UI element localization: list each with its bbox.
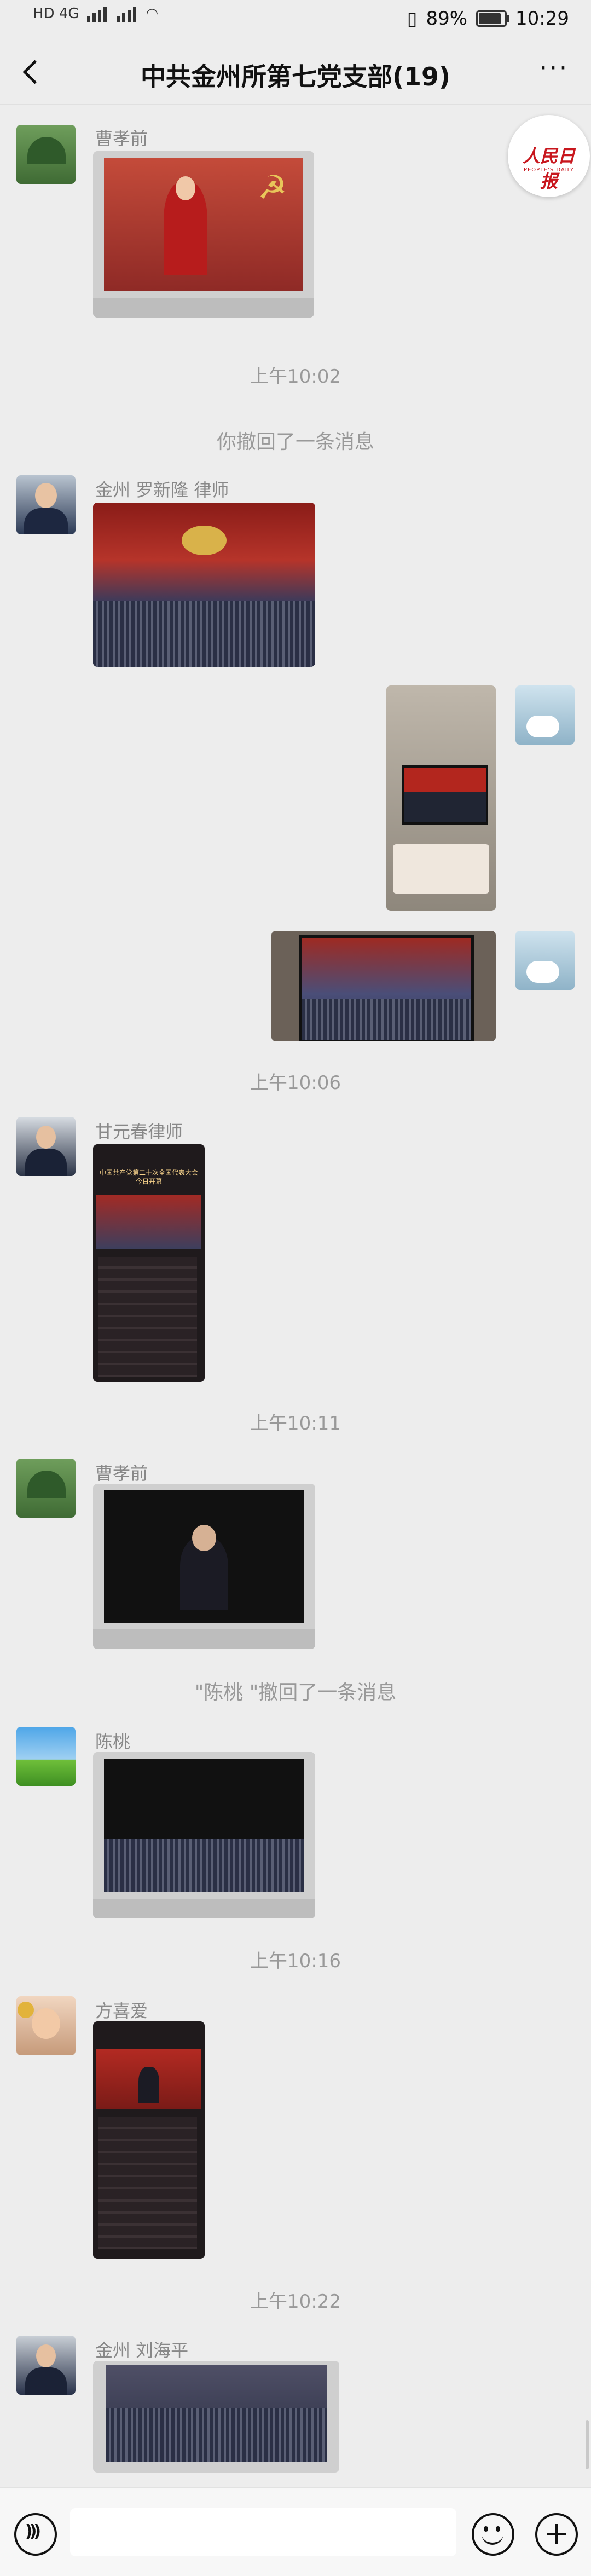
image-message-phone-speech[interactable] [93, 2021, 205, 2259]
avatar-fang-xiai[interactable] [16, 1996, 76, 2055]
image-message-laptop-hall[interactable] [93, 1752, 315, 1918]
logo-subtext: PEOPLE'S DAILY [523, 167, 575, 173]
sender-name: 曹孝前 [95, 128, 148, 149]
avatar-liu-haiping[interactable] [16, 2336, 76, 2395]
clock: 10:29 [515, 8, 569, 30]
image-message-tv-broadcast[interactable] [271, 931, 496, 1041]
add-icon[interactable] [535, 2513, 578, 2556]
avatar-cao-xiaoqian[interactable] [16, 125, 76, 184]
chat-header: 中共金州所第七党支部(19) ··· [0, 39, 591, 105]
sender-name: 金州 刘海平 [95, 2340, 189, 2361]
peoples-daily-logo[interactable]: 人民日报 PEOPLE'S DAILY [508, 115, 590, 197]
signal-icon-2 [116, 5, 138, 22]
chat-title: 中共金州所第七党支部(19) [140, 62, 451, 91]
vibrate-icon: ▯ [407, 8, 418, 30]
scrollbar[interactable] [586, 2420, 589, 2469]
sender-name: 方喜爱 [95, 2001, 148, 2021]
timestamp: 上午10:16 [250, 1950, 341, 1972]
status-bar: HD 4G ◠ ▯ 89% 10:29 [0, 0, 591, 39]
battery-percent: 89% [426, 8, 468, 30]
timestamp: 上午10:11 [250, 1413, 341, 1434]
image-message-tv-room[interactable] [386, 685, 496, 911]
sender-name: 金州 罗新隆 律师 [95, 480, 229, 500]
avatar-chen-tao[interactable] [16, 1727, 76, 1786]
sender-name: 甘元春律师 [95, 1121, 183, 1142]
screenshot-banner: 中国共产党第二十次全国代表大会 今日开幕 [99, 1169, 198, 1185]
battery-icon [476, 10, 510, 27]
avatar-self[interactable] [515, 685, 575, 745]
timestamp: 上午10:06 [250, 1072, 341, 1094]
emoji-icon[interactable] [472, 2513, 514, 2556]
recall-notice: 你撤回了一条消息 [216, 431, 374, 453]
message-input[interactable] [70, 2508, 456, 2556]
signal-icon [86, 5, 109, 22]
image-message-phone-screenshot[interactable]: 中国共产党第二十次全国代表大会 今日开幕 [93, 1144, 205, 1382]
wifi-icon: ◠ [146, 5, 159, 22]
sender-name: 陈桃 [95, 1731, 131, 1752]
more-icon[interactable]: ··· [540, 56, 569, 80]
network-type: HD 4G [33, 5, 79, 22]
network-status: HD 4G ◠ [33, 5, 158, 22]
timestamp: 上午10:02 [250, 366, 341, 388]
avatar-cao-xiaoqian[interactable] [16, 1459, 76, 1518]
input-bar [0, 2487, 591, 2576]
voice-icon[interactable] [14, 2513, 57, 2556]
image-message-congress-hall[interactable] [93, 503, 315, 667]
avatar-gan-yuanchun[interactable] [16, 1117, 76, 1176]
image-message-laptop-speech[interactable] [93, 1484, 315, 1649]
timestamp: 上午10:22 [250, 2291, 341, 2313]
recall-notice: "陈桃 "撤回了一条消息 [194, 1681, 397, 1704]
sender-name: 曹孝前 [95, 1463, 148, 1484]
image-message-laptop-news[interactable]: ☭ [93, 151, 314, 318]
avatar-luo-xinlong[interactable] [16, 475, 76, 534]
avatar-self[interactable] [515, 931, 575, 990]
image-message-laptop-delegates[interactable] [93, 2361, 339, 2473]
device-status: ▯ 89% 10:29 [407, 8, 569, 30]
